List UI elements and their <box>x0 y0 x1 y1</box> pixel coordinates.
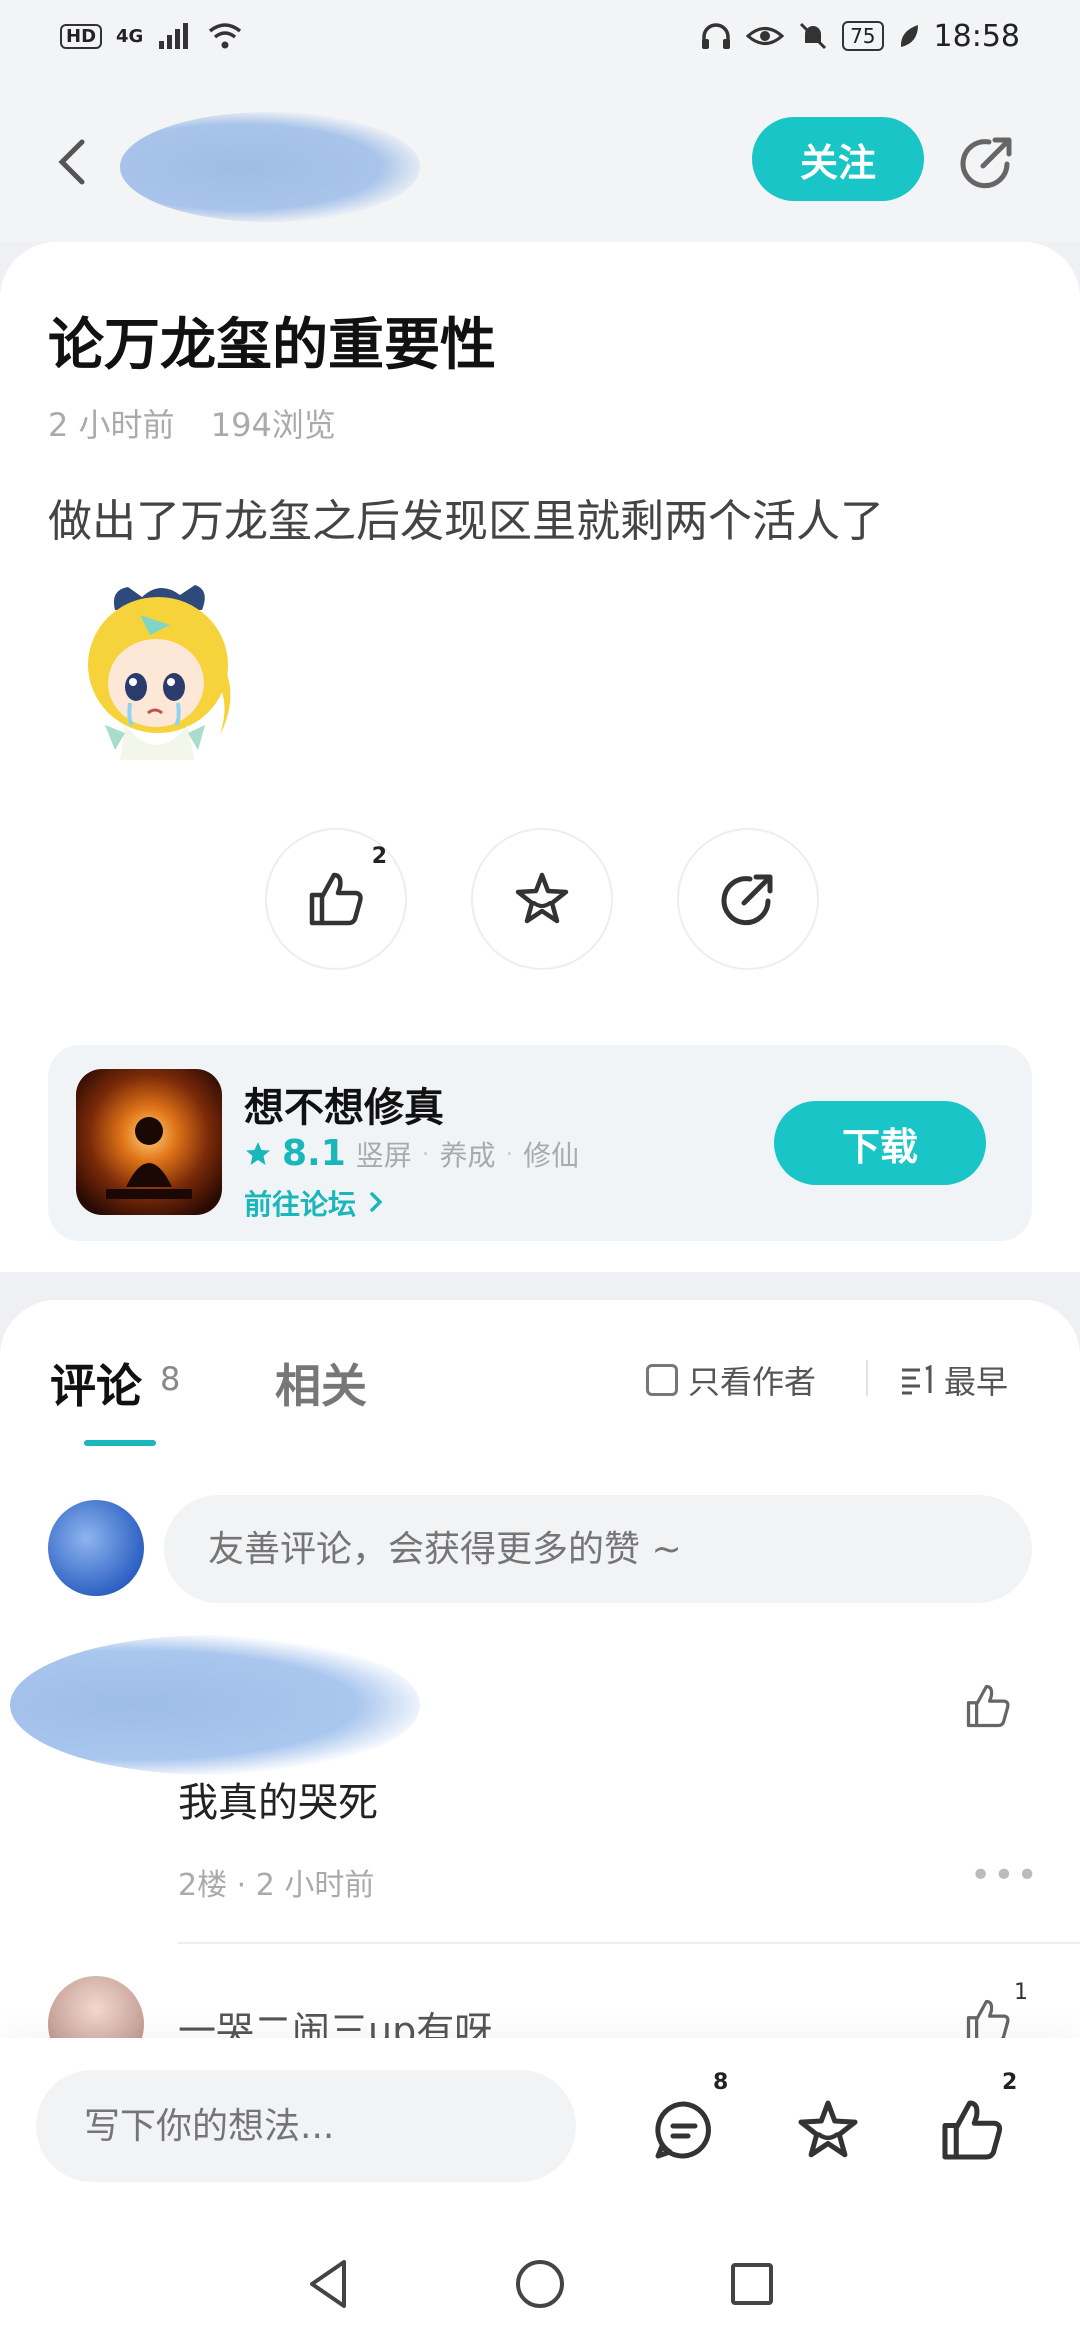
comments-count-badge: 8 <box>713 2070 729 2095</box>
game-tag: 养成 <box>439 1138 496 1172</box>
sort-icon <box>902 1365 932 1395</box>
post-meta: 2 小时前 194浏览 <box>48 400 362 446</box>
download-button[interactable]: 下载 <box>774 1101 986 1185</box>
separator-dot: · <box>505 1139 514 1168</box>
headphones-icon <box>702 23 731 49</box>
nav-recents-button[interactable] <box>726 2258 778 2310</box>
checkbox[interactable] <box>646 1364 678 1396</box>
top-nav: 关注 <box>0 72 1080 242</box>
share-icon <box>721 874 773 926</box>
triangle-back-icon <box>310 2260 346 2308</box>
my-avatar[interactable] <box>48 1500 144 1596</box>
thoughts-input[interactable] <box>36 2070 576 2182</box>
back-button[interactable] <box>52 132 92 192</box>
comment-input[interactable] <box>164 1495 1032 1603</box>
status-bar: HD 4G 75 18:58 <box>0 0 1080 72</box>
like-bottom-button[interactable] <box>936 2094 1008 2166</box>
star-filled-icon <box>246 1141 270 1165</box>
game-tag: 修仙 <box>523 1138 580 1172</box>
status-right: 75 18:58 <box>700 19 1020 54</box>
goto-forum-link[interactable]: 前往论坛 <box>244 1183 386 1223</box>
game-score: 8.1 <box>282 1133 346 1174</box>
system-nav-bar <box>0 2228 1080 2340</box>
leaf-icon <box>900 25 918 47</box>
wifi-icon <box>209 23 242 49</box>
circle-home-icon <box>516 2260 564 2308</box>
only-author-toggle[interactable]: 只看作者 <box>646 1357 816 1403</box>
game-tag: 竖屏 <box>355 1138 412 1172</box>
comment-like-button[interactable] <box>962 1680 1014 1732</box>
thumbs-up-icon <box>942 2100 1003 2160</box>
signal-icon <box>159 23 189 49</box>
comment-meta: 2楼 · 2 小时前 <box>178 1868 375 1903</box>
game-icon <box>76 1069 222 1215</box>
likes-count-badge: 2 <box>1002 2070 1018 2095</box>
comment-icon <box>655 2101 711 2159</box>
game-name: 想不想修真 <box>244 1085 444 1131</box>
more-options-icon[interactable]: ••• <box>970 1855 1040 1896</box>
post-content: 做出了万龙玺之后发现区里就剩两个活人了 <box>48 496 884 547</box>
like-button[interactable]: 2 <box>265 828 407 970</box>
only-author-label: 只看作者 <box>688 1363 817 1401</box>
tab-related[interactable]: 相关 <box>275 1350 367 1416</box>
post-time: 2 小时前 <box>48 406 175 444</box>
mute-bell-icon <box>800 22 827 50</box>
star-icon <box>515 872 569 924</box>
author-name-redacted[interactable] <box>120 112 420 222</box>
share-post-button[interactable] <box>677 828 819 970</box>
nav-back-button[interactable] <box>302 2258 354 2310</box>
divider <box>866 1360 868 1396</box>
star-icon <box>798 2100 858 2158</box>
battery-indicator: 75 <box>842 21 884 51</box>
crying-girl-sticker <box>88 585 231 760</box>
game-rating: 8.1 竖屏 · 养成 · 修仙 <box>244 1133 579 1174</box>
post-actions: 2 <box>265 828 819 970</box>
eye-icon <box>746 27 785 45</box>
thumbs-up-icon <box>966 1684 1010 1728</box>
favorite-button[interactable] <box>471 828 613 970</box>
comments-count: 8 <box>160 1360 181 1398</box>
clock: 18:58 <box>933 18 1020 54</box>
network-badge: 4G <box>116 25 144 47</box>
thumbs-up-icon <box>309 872 363 926</box>
like-count: 2 <box>371 844 387 869</box>
follow-button[interactable]: 关注 <box>752 117 924 201</box>
post-views: 194浏览 <box>210 406 336 444</box>
comment-text: 我真的哭死 <box>178 1780 378 1826</box>
active-tab-indicator <box>84 1440 156 1446</box>
comment-like-count: 1 <box>1014 1980 1028 2005</box>
divider <box>178 1942 1080 1944</box>
post-title: 论万龙玺的重要性 <box>48 313 496 378</box>
separator-dot: · <box>421 1139 430 1168</box>
comments-button[interactable] <box>648 2094 720 2166</box>
share-icon <box>960 137 1012 189</box>
sort-toggle[interactable]: 最早 <box>900 1357 1008 1403</box>
commenter-redacted[interactable] <box>10 1635 420 1775</box>
chevron-left-icon <box>58 139 85 185</box>
nav-home-button[interactable] <box>514 2258 566 2310</box>
hd-badge: HD <box>60 23 103 49</box>
favorite-bottom-button[interactable] <box>792 2094 864 2166</box>
tab-comments[interactable]: 评论 <box>50 1350 142 1416</box>
square-recents-icon <box>731 2263 773 2305</box>
bottom-bar: 8 2 <box>0 2038 1080 2228</box>
share-button[interactable] <box>955 130 1019 194</box>
comments-section: 评论 8 相关 只看作者 最早 我真的哭死 2楼 · 2 小时前 ••• 一哭二… <box>0 1300 1080 2072</box>
chevron-right-icon <box>370 1192 383 1212</box>
status-left: HD 4G <box>60 21 243 51</box>
game-card[interactable]: 想不想修真 8.1 竖屏 · 养成 · 修仙 前往论坛 下载 <box>48 1045 1032 1241</box>
goto-forum-label: 前往论坛 <box>244 1188 357 1221</box>
sort-label: 最早 <box>944 1363 1009 1401</box>
